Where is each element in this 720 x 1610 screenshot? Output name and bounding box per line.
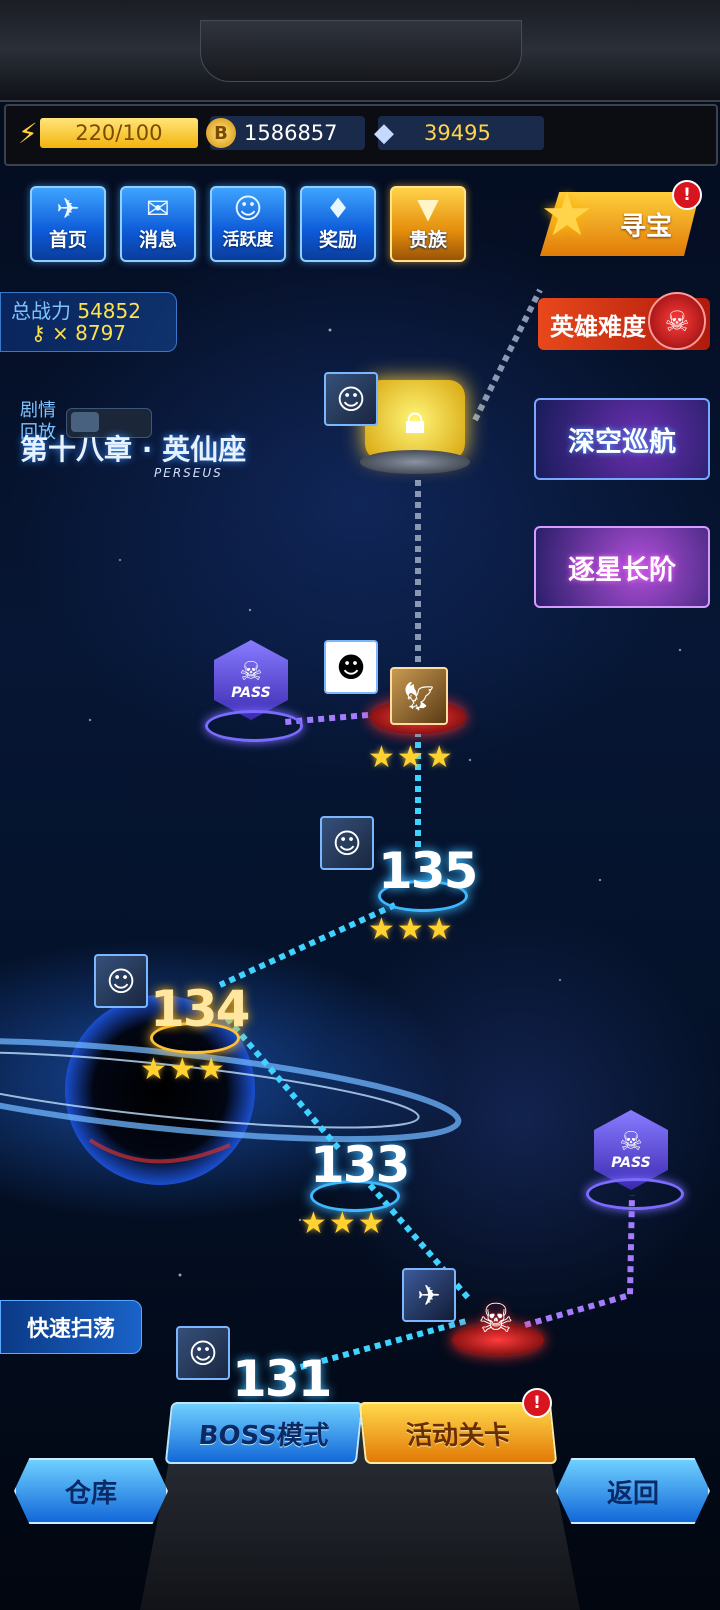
- pass-label-top: PASS: [231, 685, 271, 701]
- back-label: 返回: [606, 1478, 659, 1509]
- messages-label: 消息: [138, 229, 177, 251]
- activity-label: 活跃度: [222, 230, 274, 250]
- boss-node-stars: ★★★: [368, 740, 455, 775]
- ship-icon: ✈: [56, 192, 80, 225]
- power-value: 54852: [77, 299, 141, 323]
- skull-boss-node[interactable]: ☠: [478, 1296, 514, 1342]
- ship-avatar: ✈: [402, 1268, 456, 1322]
- v-badge-icon: ▼: [417, 192, 439, 225]
- diamond-value: 39495: [424, 121, 491, 145]
- player-avatar-131: ☺: [176, 1326, 230, 1380]
- home-label: 首页: [48, 229, 87, 251]
- level-131-number[interactable]: 131: [232, 1350, 332, 1408]
- messages-button[interactable]: ✉ 消息: [120, 186, 196, 262]
- warehouse-button[interactable]: 仓库: [14, 1458, 168, 1524]
- noble-button[interactable]: ▼ 贵族: [390, 186, 466, 262]
- skull-icon: ☠: [619, 1127, 643, 1157]
- coin-icon: B: [206, 118, 236, 148]
- ladder-label: 逐星长阶: [568, 554, 676, 586]
- level-133-stars: ★★★: [300, 1206, 387, 1241]
- player-avatar-locked: ☺: [324, 372, 378, 426]
- warehouse-label: 仓库: [64, 1478, 117, 1509]
- mail-icon: ✉: [146, 192, 170, 225]
- keys-value: × 8797: [52, 321, 127, 345]
- eagle-boss-node[interactable]: 🦅︎: [390, 667, 448, 725]
- activity-button[interactable]: ☺ 活跃度: [210, 186, 286, 262]
- locked-level-node[interactable]: 🔒︎: [365, 380, 465, 460]
- level-134-stars: ★★★: [140, 1052, 227, 1087]
- skull-icon: ☠: [239, 657, 263, 687]
- diamond-resource[interactable]: ◆ 39495: [374, 116, 544, 150]
- skull-icon: ☠: [648, 292, 706, 350]
- gold-value: 1586857: [244, 121, 338, 145]
- gift-icon: ♦: [325, 192, 351, 225]
- player-avatar-boss: ☻: [324, 640, 378, 694]
- power-label: 总战力: [11, 299, 71, 323]
- path-pass-bottom: [524, 1194, 635, 1328]
- locked-node-base: [360, 450, 470, 474]
- back-button[interactable]: 返回: [556, 1458, 710, 1524]
- player-avatar-135: ☺: [320, 816, 374, 870]
- deep-space-button[interactable]: 深空巡航: [534, 398, 710, 480]
- treasure-label: 寻宝: [619, 211, 672, 242]
- pass-top-pad: [205, 710, 303, 742]
- event-stage-label: 活动关卡: [404, 1420, 512, 1451]
- level-133-number[interactable]: 133: [310, 1136, 410, 1194]
- energy-resource[interactable]: ⚡ 220/100: [18, 116, 198, 150]
- deep-space-label: 深空巡航: [568, 426, 676, 458]
- home-button[interactable]: ✈ 首页: [30, 186, 106, 262]
- level-134-number[interactable]: 134: [150, 980, 250, 1038]
- level-135-number[interactable]: 135: [378, 842, 478, 900]
- level-135-stars: ★★★: [368, 912, 455, 947]
- pass-bottom-pad: [586, 1178, 684, 1210]
- noble-label: 贵族: [408, 229, 447, 251]
- pass-label-bottom: PASS: [611, 1155, 651, 1171]
- player-avatar-134: ☺: [94, 954, 148, 1008]
- chapter-subtitle: PERSEUS: [154, 466, 223, 480]
- quick-sweep-button[interactable]: 快速扫荡: [0, 1300, 142, 1354]
- rewards-button[interactable]: ♦ 奖励: [300, 186, 376, 262]
- smile-icon: ☺: [233, 192, 263, 225]
- energy-value: 220/100: [39, 118, 198, 148]
- ladder-button[interactable]: 逐星长阶: [534, 526, 710, 608]
- quick-sweep-label: 快速扫荡: [26, 1317, 115, 1342]
- diamond-icon: ◆: [374, 118, 394, 148]
- key-icon: ⚷: [31, 321, 46, 345]
- star-icon: ★: [540, 180, 594, 250]
- treasure-badge: !: [672, 180, 702, 210]
- lightning-icon: ⚡: [18, 116, 38, 150]
- boss-mode-label: BOSS模式: [197, 1420, 331, 1451]
- path-treasure: [472, 288, 543, 422]
- rewards-label: 奖励: [318, 229, 357, 251]
- boss-mode-button[interactable]: BOSS模式: [164, 1402, 364, 1464]
- hero-label: 英雄难度: [550, 312, 646, 341]
- event-stage-badge: !: [522, 1388, 552, 1418]
- chapter-title: 第十八章 · 英仙座: [20, 433, 247, 466]
- skull-icon: ☠: [478, 1296, 514, 1342]
- top-frame: [0, 0, 720, 102]
- gold-resource[interactable]: B 1586857: [206, 116, 365, 150]
- combat-power-panel: 总战力 54852 ⚷ × 8797: [0, 292, 177, 352]
- lock-icon: 🔒︎: [404, 397, 426, 443]
